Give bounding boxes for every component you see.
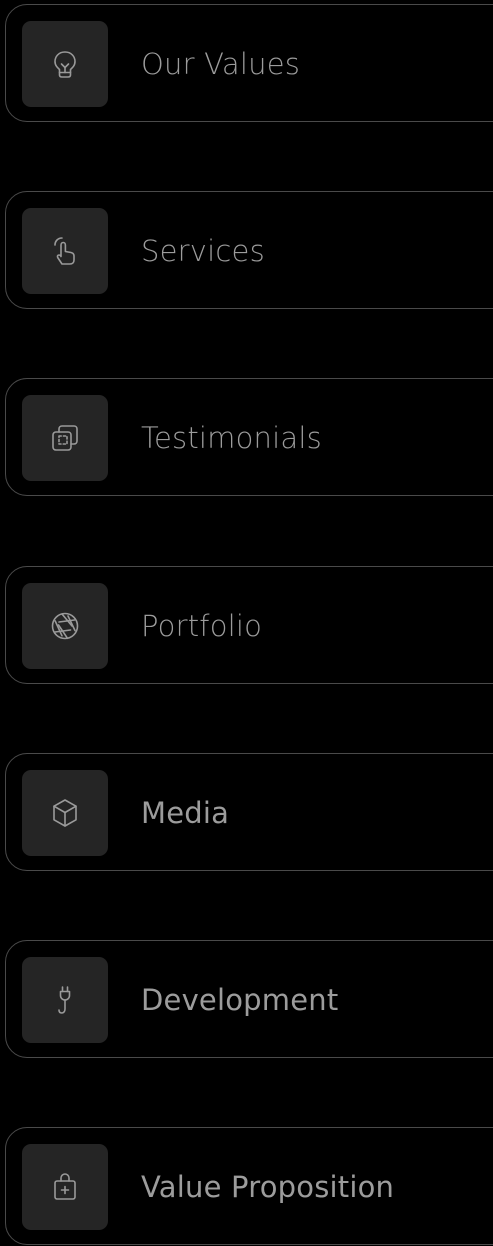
nav-card-media[interactable]: Media — [5, 753, 493, 871]
shopping-bag-plus-icon — [54, 1173, 76, 1200]
nav-label: Testimonials — [141, 421, 322, 455]
nav-label: Value Proposition — [141, 1170, 395, 1204]
icon-tile — [22, 395, 108, 481]
nav-label: Services — [141, 234, 265, 268]
nav-card-services[interactable]: Services — [5, 191, 493, 309]
nav-label: Portfolio — [141, 609, 263, 643]
nav-label: Our Values — [141, 47, 301, 81]
pointer-hand-icon — [54, 237, 75, 265]
icon-tile — [22, 770, 108, 856]
overlapping-squares-icon — [52, 425, 78, 451]
lightbulb-icon — [54, 51, 76, 78]
aperture-icon — [51, 612, 79, 640]
icon-tile — [22, 21, 108, 107]
icon-tile — [22, 957, 108, 1043]
cube-icon — [53, 799, 77, 827]
nav-card-development[interactable]: Development — [5, 940, 493, 1058]
nav-card-value-proposition[interactable]: Value Proposition — [5, 1127, 493, 1245]
icon-tile — [22, 1144, 108, 1230]
nav-card-testimonials[interactable]: Testimonials — [5, 378, 493, 496]
nav-label: Development — [141, 983, 339, 1017]
icon-tile — [22, 208, 108, 294]
nav-card-our-values[interactable]: Our Values — [5, 4, 493, 122]
nav-label: Media — [141, 796, 230, 830]
icon-tile — [22, 583, 108, 669]
nav-card-portfolio[interactable]: Portfolio — [5, 566, 493, 684]
plug-icon — [58, 986, 71, 1014]
